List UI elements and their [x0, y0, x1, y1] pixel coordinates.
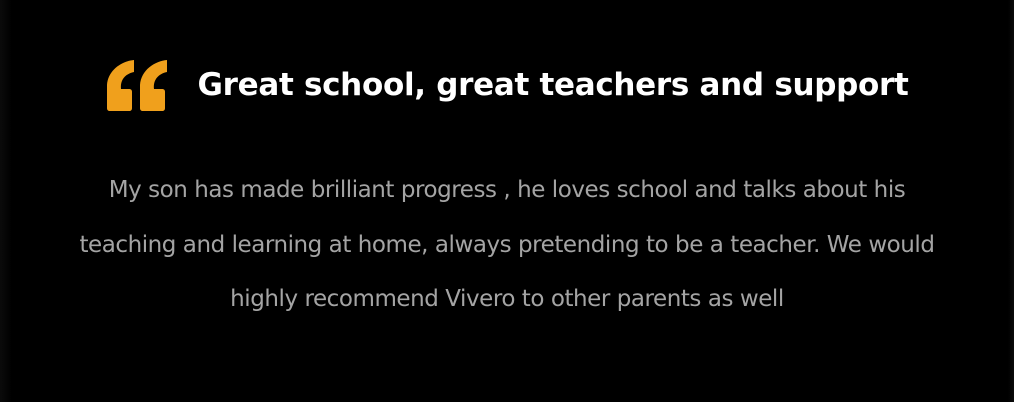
- testimonial-heading-row: Great school, great teachers and support: [0, 56, 1014, 114]
- quote-mark-svg: [107, 60, 168, 111]
- page: Great school, great teachers and support…: [0, 0, 1014, 402]
- testimonial-card: Great school, great teachers and support…: [0, 0, 1014, 402]
- testimonial-title: Great school, great teachers and support: [197, 66, 909, 103]
- quote-mark-right: [140, 60, 168, 111]
- quote-mark-left: [107, 60, 135, 111]
- testimonial-body: My son has made brilliant progress , he …: [79, 177, 935, 312]
- quote-mark-icon: [105, 58, 169, 112]
